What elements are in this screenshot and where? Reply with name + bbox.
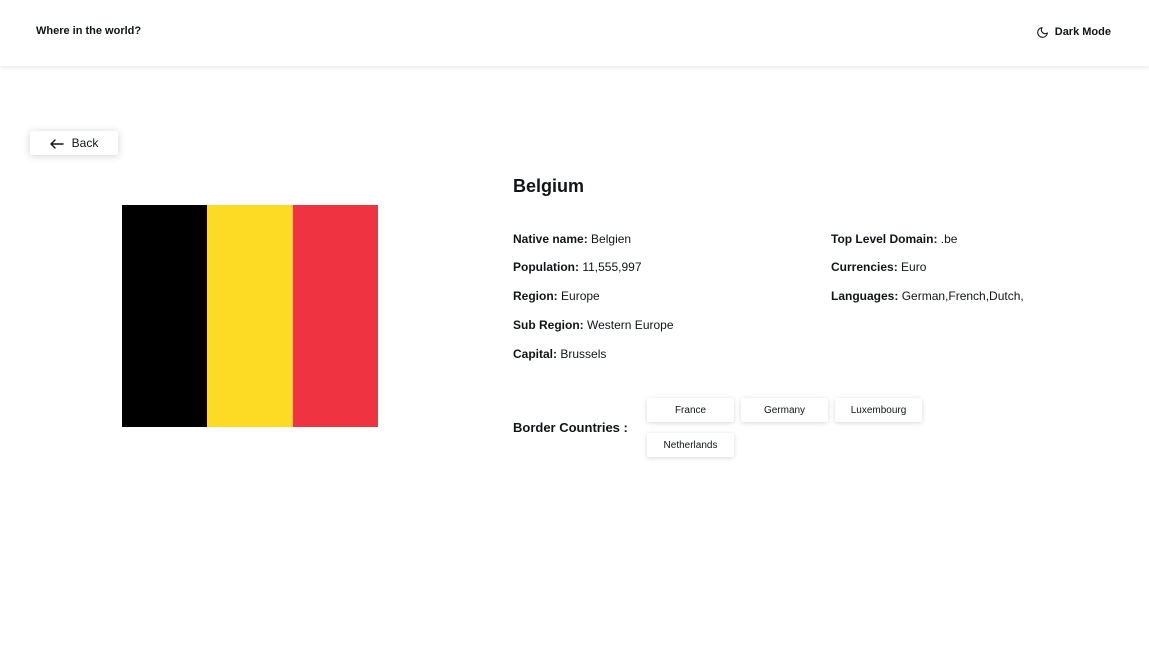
currencies-value: Euro (901, 260, 927, 274)
population-label: Population: (513, 260, 579, 274)
top-level-domain-label: Top Level Domain: (831, 232, 938, 246)
population-row: Population: 11,555,997 (513, 260, 642, 274)
native-name-label: Native name: (513, 232, 588, 246)
app-title: Where in the world? (36, 25, 142, 37)
dark-mode-label: Dark Mode (1054, 26, 1111, 38)
region-value: Europe (561, 289, 600, 303)
back-button[interactable]: Back (30, 131, 118, 155)
sub-region-value: Western Europe (587, 318, 674, 332)
top-level-domain-value: .be (940, 232, 958, 246)
flag-stripe-red (292, 205, 378, 427)
top-level-domain-row: Top Level Domain: .be (831, 232, 957, 246)
border-countries-label: Border Countries : (513, 420, 628, 435)
sub-region-row: Sub Region: Western Europe (513, 318, 674, 332)
border-country-button[interactable]: Germany (741, 398, 828, 422)
border-country-button[interactable]: Luxembourg (835, 398, 922, 422)
flag-stripe-black (122, 205, 208, 427)
moon-icon (1036, 26, 1049, 39)
currencies-row: Currencies: Euro (831, 260, 926, 274)
dark-mode-toggle[interactable]: Dark Mode (1036, 24, 1111, 40)
arrow-left-icon (49, 138, 64, 149)
population-value: 11,555,997 (582, 260, 642, 274)
flag-stripe-yellow (207, 205, 293, 427)
back-label: Back (71, 136, 99, 150)
border-country-button[interactable]: France (647, 398, 734, 422)
country-name: Belgium (513, 176, 585, 196)
currencies-label: Currencies: (831, 260, 898, 274)
languages-label: Languages: (831, 289, 899, 303)
header: Where in the world? Dark Mode (0, 0, 1149, 66)
capital-row: Capital: Brussels (513, 347, 606, 361)
border-countries-list: France Germany Luxembourg Netherlands (647, 398, 937, 457)
country-flag (122, 205, 378, 427)
languages-value: German,French,Dutch, (901, 289, 1024, 303)
native-name-row: Native name: Belgien (513, 232, 631, 246)
capital-value: Brussels (560, 347, 607, 361)
border-country-button[interactable]: Netherlands (647, 433, 734, 457)
capital-label: Capital: (513, 347, 558, 361)
region-label: Region: (513, 289, 558, 303)
sub-region-label: Sub Region: (513, 318, 584, 332)
languages-row: Languages: German,French,Dutch, (831, 289, 1024, 303)
region-row: Region: Europe (513, 289, 600, 303)
native-name-value: Belgien (591, 232, 632, 246)
